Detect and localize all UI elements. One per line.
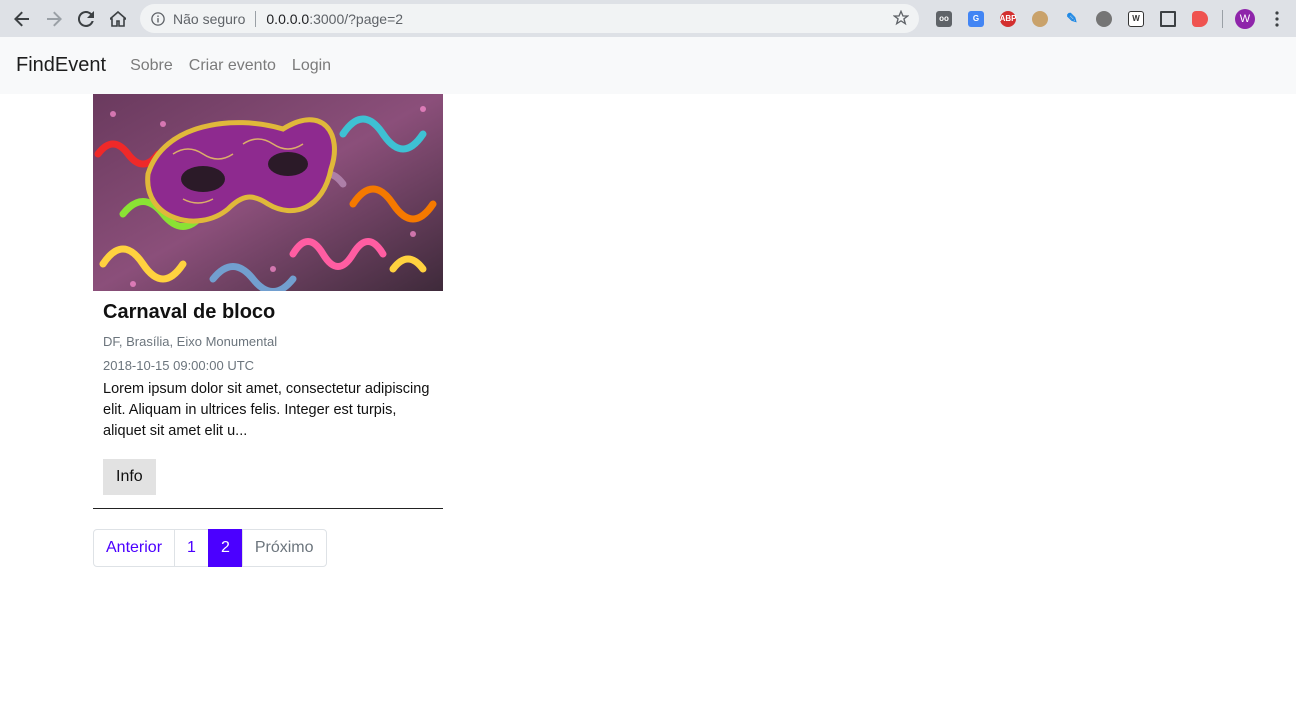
brand-logo[interactable]: FindEvent [16,54,106,77]
wikipedia-icon: W [1128,10,1144,27]
translate-icon: G [968,10,984,27]
arrow-right-icon [47,11,62,26]
event-title: Carnaval de bloco [103,301,276,323]
forward-button[interactable] [38,3,70,35]
browser-toolbar: Não seguro 0.0.0.0:3000/?page=2 oo G ABP… [0,0,1296,37]
nav-link-criar-evento[interactable]: Criar evento [189,57,276,75]
crop-icon [1160,10,1176,27]
address-bar[interactable]: Não seguro 0.0.0.0:3000/?page=2 [140,4,919,33]
pagination-next[interactable]: Próximo [241,529,327,567]
star-icon [893,10,909,26]
extension-8[interactable] [1152,3,1184,35]
security-label: Não seguro [173,10,246,27]
home-icon [110,10,126,27]
pagination-page-1[interactable]: 1 [174,529,209,567]
adblock-icon: ABP [1000,10,1016,27]
avatar: W [1235,8,1255,29]
info-icon [151,11,165,26]
nav-link-sobre[interactable]: Sobre [130,57,173,75]
arrow-left-icon [14,11,29,26]
profile-button[interactable]: W [1229,3,1261,35]
back-button[interactable] [6,3,38,35]
info-button[interactable]: Info [103,459,156,495]
tomato-icon [1096,10,1112,27]
card-body: Carnaval de bloco DF, Brasília, Eixo Mon… [93,291,443,503]
url-path: :3000/?page=2 [309,10,404,27]
cookie-icon [1032,10,1048,27]
event-location: DF, Brasília, Eixo Monumental [103,334,278,349]
bookmark-star-button[interactable] [891,8,911,28]
event-date: 2018-10-15 09:00:00 UTC [103,358,255,373]
extension-6[interactable] [1088,3,1120,35]
pen-icon: ✎ [1066,10,1078,26]
url-host: 0.0.0.0 [266,10,310,27]
extensions-area: oo G ABP ✎ W W [928,0,1293,37]
event-description: Lorem ipsum dolor sit amet, consectetur … [103,381,430,439]
nav-link-login[interactable]: Login [292,57,331,75]
kebab-menu-icon [1275,10,1279,27]
menu-button[interactable] [1261,3,1293,35]
extension-9[interactable] [1184,3,1216,35]
extension-1[interactable]: oo [928,3,960,35]
site-navbar: FindEvent Sobre Criar evento Login [0,37,1296,94]
pagination-previous[interactable]: Anterior [93,529,176,567]
extension-4[interactable] [1024,3,1056,35]
extension-2[interactable]: G [960,3,992,35]
incognito-icon: oo [936,10,952,27]
omnibox-divider [255,10,257,27]
event-card: Carnaval de bloco DF, Brasília, Eixo Mon… [93,94,443,509]
reload-button[interactable] [70,3,102,35]
home-button[interactable] [102,3,134,35]
extension-5[interactable]: ✎ [1056,3,1088,35]
toolbar-divider [1222,9,1223,28]
event-image [93,94,443,291]
pagination: Anterior 1 2 Próximo [93,529,327,567]
reload-icon [78,10,94,27]
extension-3[interactable]: ABP [992,3,1024,35]
pagination-page-2[interactable]: 2 [207,529,243,567]
extension-7[interactable]: W [1120,3,1152,35]
video-icon [1192,10,1208,27]
